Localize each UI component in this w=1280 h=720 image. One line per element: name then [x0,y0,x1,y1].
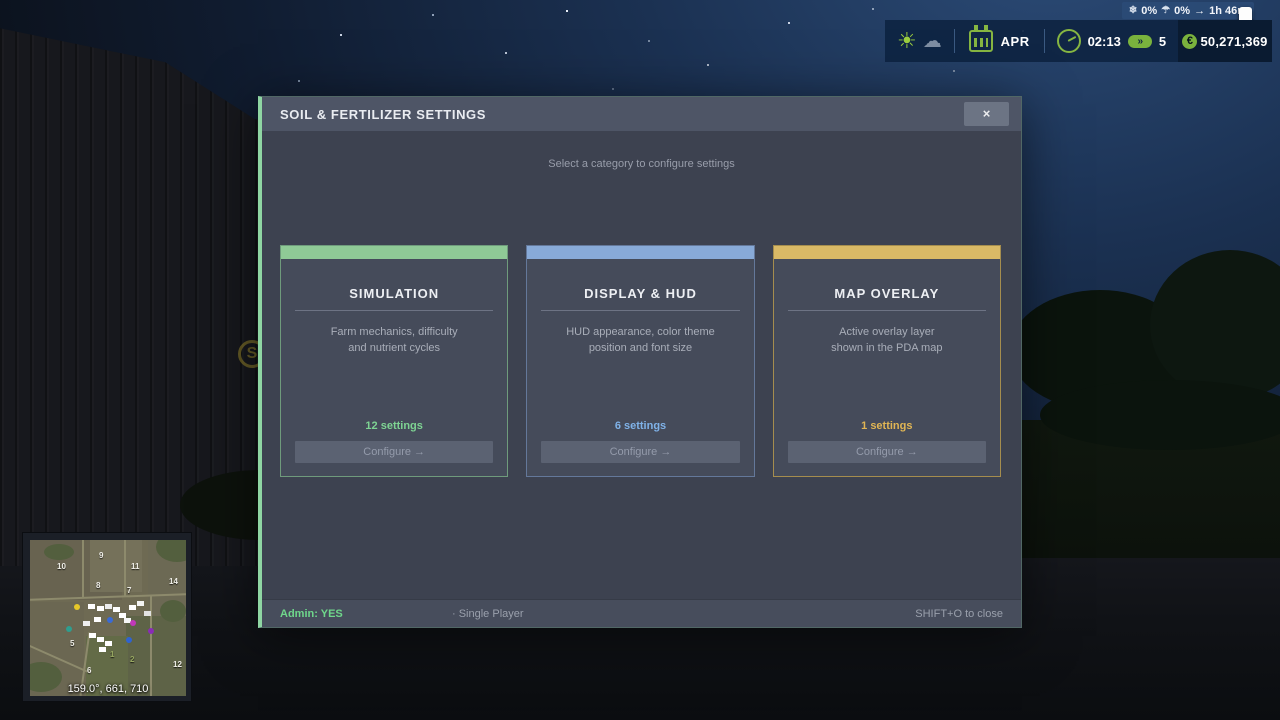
card-description: HUD appearance, color theme position and… [566,324,715,356]
map-marker [66,626,72,632]
settings-card-map-overlay[interactable]: MAP OVERLAY Active overlay layer shown i… [773,245,1001,477]
hud-bar: ☀ ☁ APR 02:13 ›› 5 € 50,271,369 [885,20,1272,62]
close-button[interactable]: × [964,102,1009,126]
cloud-icon: ☁ [923,32,942,51]
weather-section: ☀ ☁ [885,30,954,52]
card-settings-count: 6 settings [527,420,753,432]
card-title: DISPLAY & HUD [584,286,697,301]
dialog-subtitle: Select a category to configure settings [262,158,1021,170]
calendar-icon [969,30,993,52]
currency-icon: € [1182,34,1197,49]
arrow-right-icon: → [1194,5,1205,17]
map-marker [74,604,80,610]
minimap-field-label: 10 [57,562,66,571]
card-description-line: shown in the PDA map [831,342,942,354]
dialog-body: Select a category to configure settings … [262,131,1021,599]
money-panel: € 50,271,369 [1178,20,1272,62]
configure-button[interactable]: Configure → [788,441,986,463]
soil-fertilizer-settings-dialog: SOIL & FERTILIZER SETTINGS × Select a ca… [258,96,1022,628]
card-description-line: HUD appearance, color theme [566,326,715,338]
card-title: MAP OVERLAY [834,286,939,301]
card-description: Farm mechanics, difficulty and nutrient … [331,324,458,356]
clock-icon [1057,29,1081,53]
money-value: 50,271,369 [1200,34,1267,49]
time-label: 02:13 [1088,34,1121,49]
time-scale-value: 5 [1159,34,1166,49]
map-marker [107,617,113,623]
card-title: SIMULATION [349,286,439,301]
minimap-map: 910111487561212 159.0°, 661, 710 [30,540,186,696]
game-mode-label: · Single Player [452,608,524,620]
minimap-field-label: 12 [173,660,182,669]
time-section: 02:13 ›› 5 [1045,29,1178,53]
minimap-field-label: 11 [131,562,139,571]
month-label: APR [1001,34,1030,49]
card-description: Active overlay layer shown in the PDA ma… [831,324,942,356]
map-road [124,540,126,596]
map-road [150,596,152,696]
card-description-line: Farm mechanics, difficulty [331,326,458,338]
snow-chance: 0% [1141,5,1157,17]
player-coordinates: 159.0°, 661, 710 [30,683,186,695]
minimap-field-label: 14 [169,577,178,586]
snow-icon: ❄ [1129,5,1137,16]
card-settings-count: 12 settings [281,420,507,432]
map-trees [44,544,74,560]
rain-icon: ☂ [1161,5,1170,16]
dialog-title-bar: SOIL & FERTILIZER SETTINGS × [262,97,1021,131]
map-marker [126,637,132,643]
rain-chance: 0% [1174,5,1190,17]
map-buildings [88,604,95,609]
dialog-title: SOIL & FERTILIZER SETTINGS [280,107,486,122]
minimap: 910111487561212 159.0°, 661, 710 [22,532,192,702]
settings-card-simulation[interactable]: SIMULATION Farm mechanics, difficulty an… [280,245,508,477]
divider [788,310,986,311]
admin-status: Admin: YES [280,608,343,620]
minimap-field-label: 6 [87,666,91,675]
card-settings-count: 1 settings [774,420,1000,432]
category-cards: SIMULATION Farm mechanics, difficulty an… [280,245,1001,477]
weather-forecast: ❄ 0% ☂ 0% → 1h 46m [1122,2,1254,19]
sun-icon: ☀ [897,30,917,52]
configure-button[interactable]: Configure → [295,441,493,463]
map-trees [160,600,186,622]
card-description-line: and nutrient cycles [348,342,440,354]
date-section: APR [955,30,1044,52]
minimap-field-label: 9 [99,551,103,560]
minimap-field-label: 2 [130,655,134,664]
card-accent-bar [774,246,1000,259]
time-scale-pill: ›› [1128,35,1152,48]
divider [541,310,739,311]
map-marker [130,620,136,626]
card-accent-bar [527,246,753,259]
map-road [82,540,84,598]
minimap-field-label: 5 [70,639,74,648]
minimap-field-label: 1 [110,650,114,659]
minimap-field-label: 8 [96,581,100,590]
close-shortcut-hint: SHIFT+O to close [915,608,1003,620]
divider [295,310,493,311]
settings-card-display-hud[interactable]: DISPLAY & HUD HUD appearance, color them… [526,245,754,477]
fast-forward-icon: ›› [1137,36,1142,47]
configure-button[interactable]: Configure → [541,441,739,463]
card-accent-bar [281,246,507,259]
dialog-footer: Admin: YES · Single Player SHIFT+O to cl… [262,599,1021,627]
minimap-field-label: 7 [127,586,131,595]
card-description-line: position and font size [589,342,692,354]
map-marker [148,628,154,634]
card-description-line: Active overlay layer [839,326,934,338]
stars [0,0,2,2]
